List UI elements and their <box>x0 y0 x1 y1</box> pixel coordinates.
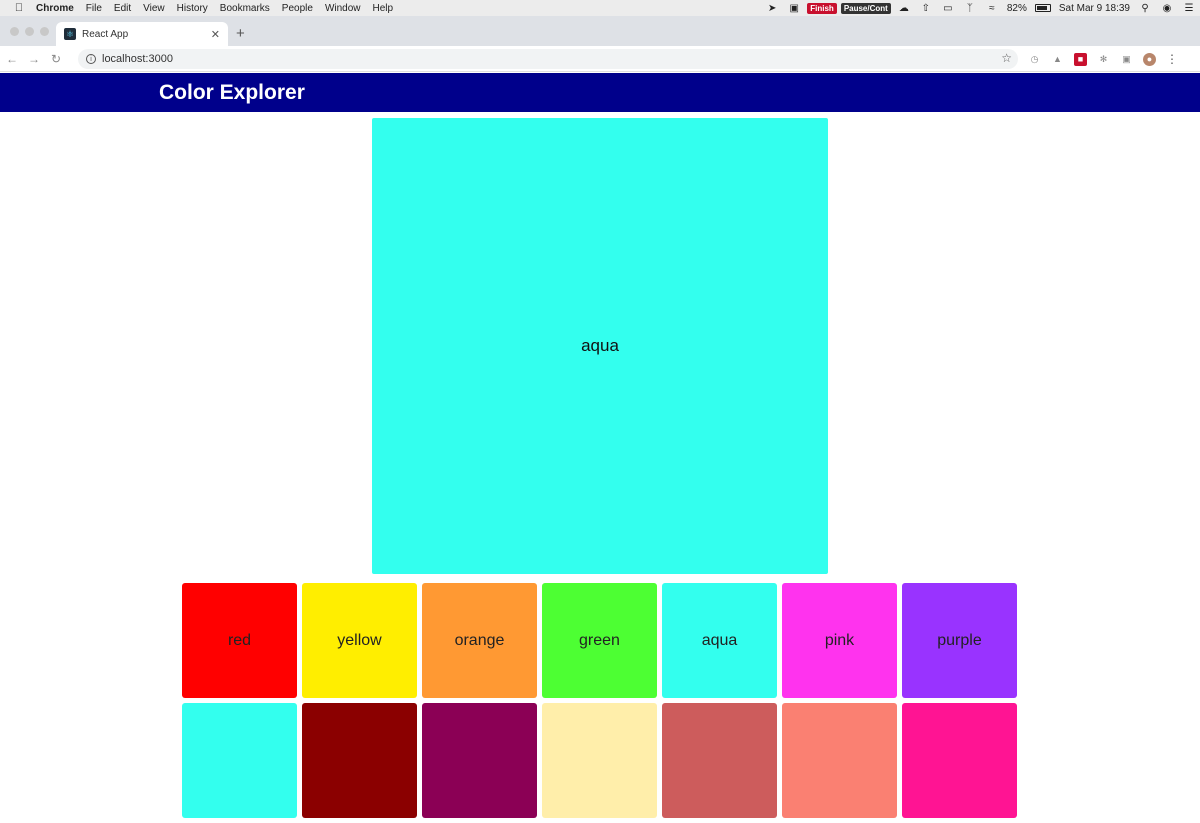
zoom-window-button[interactable] <box>40 27 49 36</box>
menu-bar-clock[interactable]: Sat Mar 9 18:39 <box>1059 3 1130 14</box>
window-controls <box>10 27 55 36</box>
minimize-window-button[interactable] <box>25 27 34 36</box>
camera-icon[interactable]: ▣ <box>786 2 802 14</box>
extension-clock-icon[interactable]: ◷ <box>1028 53 1041 66</box>
menu-view[interactable]: View <box>137 3 171 14</box>
bookmark-star-icon[interactable]: ☆ <box>1001 51 1012 65</box>
swatch-label: yellow <box>337 631 382 649</box>
battery-percent: 82% <box>1006 2 1027 14</box>
airplay-icon[interactable]: ▭ <box>940 2 956 14</box>
swatch-label: orange <box>454 631 505 649</box>
swatch-label: pink <box>824 631 855 649</box>
finish-recording-button[interactable]: Finish <box>807 2 837 14</box>
menu-people[interactable]: People <box>276 3 319 14</box>
siri-icon[interactable]: ◉ <box>1159 2 1175 14</box>
selected-color-label: aqua <box>581 336 619 355</box>
swatch-row2-4[interactable] <box>542 703 657 818</box>
battery-icon[interactable] <box>1034 4 1051 12</box>
menu-bar-status-area: ➤ ▣ Finish Pause/Cont ☁ ⇧ ▭ ᛉ ≈ 82% Sat … <box>761 0 1200 16</box>
extension-red-icon[interactable]: ■ <box>1074 52 1087 66</box>
menu-bookmarks[interactable]: Bookmarks <box>214 3 276 14</box>
swatch-aqua[interactable]: aqua <box>662 583 777 698</box>
swatch-label: green <box>579 631 620 649</box>
extension-drive-icon[interactable]: ▲ <box>1051 53 1064 66</box>
browser-tab-active[interactable]: ⚛ React App ✕ <box>56 22 228 46</box>
browser-toolbar: ← → ↻ i localhost:3000 ☆ ◷ ▲ ■ ✻ ▣ ● ⋮ <box>0 46 1200 72</box>
bluetooth-icon[interactable]: ᛉ <box>962 2 978 14</box>
menu-edit[interactable]: Edit <box>108 3 137 14</box>
swatch-row2-7[interactable] <box>902 703 1017 818</box>
extension-bug-icon[interactable]: ✻ <box>1097 53 1110 66</box>
app-header: Color Explorer <box>0 73 1200 112</box>
mac-menu-bar:  Chrome File Edit View History Bookmark… <box>0 0 1200 16</box>
swatch-yellow[interactable]: yellow <box>302 583 417 698</box>
new-tab-button[interactable]: + <box>236 25 245 42</box>
swatch-label: purple <box>937 631 982 649</box>
color-swatch-grid: red yellow orange green aqua pink purple <box>182 583 1022 823</box>
close-window-button[interactable] <box>10 27 19 36</box>
swatch-row2-3[interactable] <box>422 703 537 818</box>
swatch-pink[interactable]: pink <box>782 583 897 698</box>
menu-history[interactable]: History <box>171 3 214 14</box>
swatch-row2-5[interactable] <box>662 703 777 818</box>
site-info-icon[interactable]: i <box>86 54 96 64</box>
react-favicon-icon: ⚛ <box>64 28 76 40</box>
pause-recording-button[interactable]: Pause/Cont <box>840 2 891 14</box>
profile-avatar[interactable]: ● <box>1143 52 1156 66</box>
menu-window[interactable]: Window <box>319 3 367 14</box>
swatch-label: aqua <box>701 631 738 649</box>
browser-menu-icon[interactable]: ⋮ <box>1166 52 1178 66</box>
close-tab-icon[interactable]: ✕ <box>211 28 220 41</box>
swatch-purple[interactable]: purple <box>902 583 1017 698</box>
reload-icon[interactable]: ↻ <box>46 52 66 66</box>
forward-arrow-icon[interactable]: → <box>24 52 44 66</box>
swatch-row2-2[interactable] <box>302 703 417 818</box>
swatch-row2-6[interactable] <box>782 703 897 818</box>
notification-center-icon[interactable]: ☰ <box>1181 2 1197 14</box>
tab-title: React App <box>82 28 129 40</box>
cloud-icon[interactable]: ☁ <box>896 2 912 14</box>
browser-tab-strip: ⚛ React App ✕ + <box>0 16 1200 46</box>
wifi-icon[interactable]: ≈ <box>984 2 1000 14</box>
swatch-label: red <box>227 631 252 649</box>
swatch-orange[interactable]: orange <box>422 583 537 698</box>
address-bar[interactable]: i localhost:3000 ☆ <box>78 49 1018 69</box>
spotlight-search-icon[interactable]: ⚲ <box>1137 2 1153 14</box>
extension-camera-icon[interactable]: ▣ <box>1120 53 1133 66</box>
swatch-red[interactable]: red <box>182 583 297 698</box>
rocket-icon[interactable]: ➤ <box>764 2 780 14</box>
menu-help[interactable]: Help <box>367 3 400 14</box>
page-title: Color Explorer <box>159 80 305 104</box>
selected-color-preview: aqua <box>372 118 828 574</box>
menu-file[interactable]: File <box>80 3 108 14</box>
upload-icon[interactable]: ⇧ <box>918 2 934 14</box>
menu-app-name[interactable]: Chrome <box>30 3 80 14</box>
swatch-green[interactable]: green <box>542 583 657 698</box>
address-bar-url[interactable]: localhost:3000 <box>102 53 173 65</box>
swatch-row2-1[interactable] <box>182 703 297 818</box>
extensions-area: ◷ ▲ ■ ✻ ▣ ● ⋮ <box>1028 52 1178 66</box>
apple-menu-icon[interactable]:  <box>8 2 30 14</box>
back-arrow-icon[interactable]: ← <box>2 52 22 66</box>
